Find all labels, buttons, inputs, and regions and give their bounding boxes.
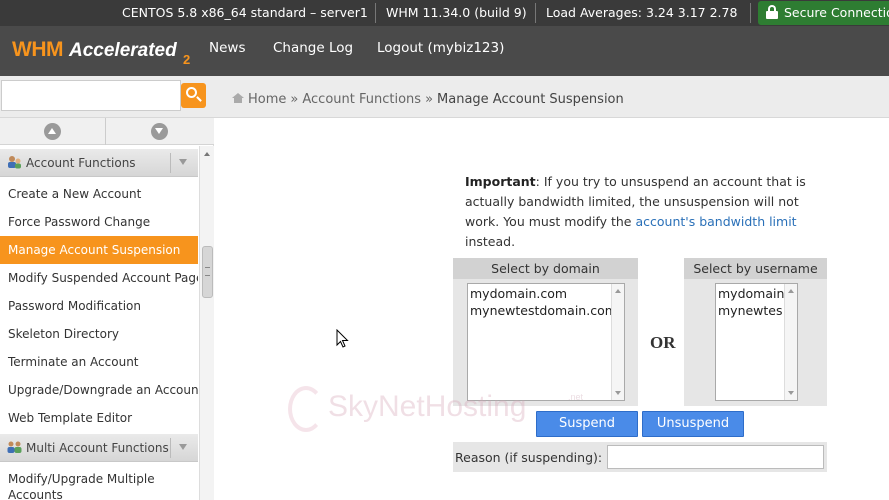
sidebar-item-skeleton-directory[interactable]: Skeleton Directory	[0, 320, 198, 348]
search-input[interactable]	[1, 80, 181, 111]
sidebar-item-create-account[interactable]: Create a New Account	[0, 180, 198, 208]
whm-logo[interactable]: WHM Accelerated 2	[12, 34, 192, 70]
sidebar-item-terminate-account[interactable]: Terminate an Account	[0, 348, 198, 376]
scroll-down-icon[interactable]	[151, 123, 168, 140]
nav-news[interactable]: News	[209, 40, 245, 56]
listbox-scrollbar[interactable]	[611, 284, 624, 400]
secure-connection-badge: Secure Connection	[758, 1, 889, 25]
category-label: Multi Account Functions	[26, 441, 169, 455]
bandwidth-limit-link[interactable]: account's bandwidth limit	[635, 214, 796, 229]
logo-accelerated: Accelerated	[69, 40, 177, 61]
important-notice: Important: If you try to unsuspend an ac…	[465, 172, 825, 252]
chevron-down-icon[interactable]	[170, 153, 194, 173]
notice-bold: Important	[465, 174, 536, 189]
listbox-scrollbar[interactable]	[784, 284, 797, 400]
or-label: OR	[650, 333, 676, 352]
sidebar-item-web-template-editor[interactable]: Web Template Editor	[0, 404, 198, 432]
breadcrumb: Home» Account Functions» Manage Account Su…	[232, 92, 624, 107]
domain-option[interactable]: mydomain.com	[470, 285, 624, 302]
breadcrumb-current: Manage Account Suspension	[437, 92, 624, 107]
mouse-cursor-icon	[336, 329, 349, 348]
scroll-up-arrow-icon[interactable]	[204, 152, 210, 156]
sidebar-item-modify-upgrade-multiple-cont[interactable]: Accounts	[0, 481, 198, 500]
scrollbar-thumb[interactable]	[202, 246, 213, 298]
lock-icon	[766, 5, 778, 19]
sidebar-item-force-password-change[interactable]: Force Password Change	[0, 208, 198, 236]
nav-change-log[interactable]: Change Log	[273, 40, 353, 56]
header: WHM Accelerated 2 News Change Log Logout…	[0, 26, 889, 76]
category-label: Account Functions	[26, 156, 136, 170]
sidebar-item-password-modification[interactable]: Password Modification	[0, 292, 198, 320]
multi-users-icon	[7, 441, 22, 453]
search-icon	[186, 87, 197, 98]
sidebar-scrollbar[interactable]	[199, 146, 214, 500]
whm-window: CENTOS 5.8 x86_64 standard – server1 WHM…	[0, 0, 889, 500]
server-info: CENTOS 5.8 x86_64 standard – server1	[122, 5, 368, 20]
username-listbox[interactable]: mydomain mynewtes	[715, 283, 798, 401]
sidebar-item-modify-suspended-page[interactable]: Modify Suspended Account Page	[0, 264, 198, 292]
domain-listbox[interactable]: mydomain.com mynewtestdomain.com	[467, 283, 625, 401]
load-averages: Load Averages: 3.24 3.17 2.78	[546, 5, 738, 20]
secure-connection-label: Secure Connection	[784, 5, 889, 20]
suspend-button[interactable]: Suspend	[536, 411, 638, 437]
status-bar: CENTOS 5.8 x86_64 standard – server1 WHM…	[0, 0, 889, 26]
nav-logout[interactable]: Logout (mybiz123)	[377, 40, 504, 56]
reason-label: Reason (if suspending):	[455, 450, 603, 465]
watermark-logo-icon	[288, 386, 324, 432]
category-multi-account-functions[interactable]: Multi Account Functions	[0, 434, 198, 462]
domain-option[interactable]: mynewtestdomain.com	[470, 302, 624, 319]
status-divider	[750, 3, 751, 23]
users-icon	[8, 156, 21, 169]
breadcrumb-home[interactable]: Home	[248, 92, 286, 107]
sidebar-item-upgrade-downgrade[interactable]: Upgrade/Downgrade an Account	[0, 376, 198, 404]
search-button[interactable]	[181, 83, 206, 108]
sidebar-scroll-controls	[0, 118, 214, 145]
breadcrumb-account-functions[interactable]: Account Functions	[302, 92, 421, 107]
reason-input[interactable]	[607, 445, 824, 469]
notice-text-end: instead.	[465, 234, 516, 249]
home-icon	[232, 93, 244, 103]
sidebar-item-manage-account-suspension[interactable]: Manage Account Suspension	[0, 236, 198, 264]
category-account-functions[interactable]: Account Functions	[0, 149, 198, 177]
logo-version: 2	[183, 52, 191, 67]
unsuspend-button[interactable]: Unsuspend	[642, 411, 744, 437]
scroll-up-icon[interactable]	[44, 123, 61, 140]
logo-whm: WHM	[12, 38, 63, 61]
chevron-down-icon[interactable]	[170, 438, 194, 458]
status-divider	[375, 3, 376, 23]
status-divider	[535, 3, 536, 23]
username-select-header: Select by username	[684, 258, 827, 279]
whm-version: WHM 11.34.0 (build 9)	[386, 5, 527, 20]
domain-select-header: Select by domain	[453, 258, 638, 279]
breadcrumb-separator: »	[290, 92, 299, 107]
breadcrumb-separator: »	[425, 92, 434, 107]
